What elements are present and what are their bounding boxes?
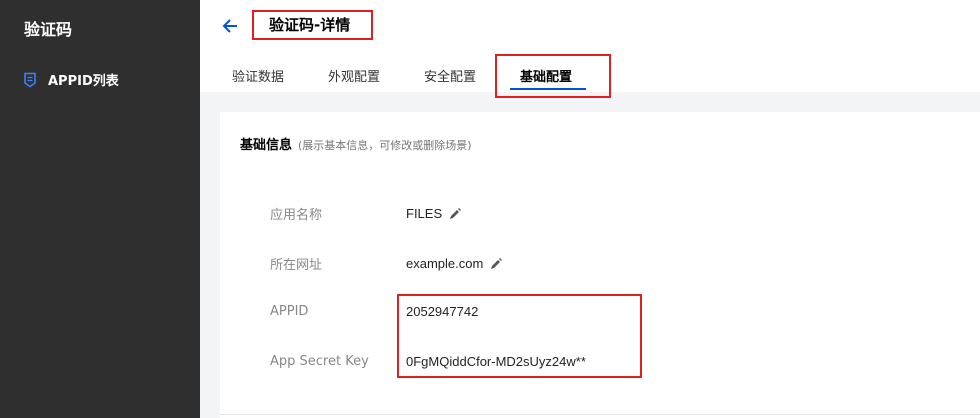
tab-security-config[interactable]: 安全配置 <box>424 66 476 85</box>
tab-bar: 验证数据 外观配置 安全配置 基础配置 <box>200 54 980 98</box>
card-divider <box>220 414 980 415</box>
shield-list-icon <box>22 72 38 88</box>
tab-highlight-box <box>495 54 611 98</box>
field-label: APPID <box>270 304 309 319</box>
field-row-site-url: 所在网址 example.com <box>270 254 503 273</box>
sidebar-title: 验证码 <box>24 20 73 39</box>
sidebar-item-label: APPID列表 <box>48 74 119 89</box>
card-title: 基础信息 <box>240 138 293 153</box>
field-label: 应用名称 <box>270 208 323 223</box>
field-row-app-name: 应用名称 FILES <box>270 204 462 223</box>
tab-verification-data[interactable]: 验证数据 <box>232 66 284 85</box>
sidebar: 验证码 APPID列表 <box>0 0 200 418</box>
tab-appearance-config[interactable]: 外观配置 <box>328 66 380 85</box>
card-header: 基础信息 (展示基本信息，可修改或删除场景) <box>240 134 472 153</box>
field-value: example.com <box>406 256 484 271</box>
credentials-highlight-box <box>397 294 642 378</box>
field-label: App Secret Key <box>270 354 369 369</box>
sidebar-item-appid-list[interactable]: APPID列表 <box>22 70 119 89</box>
edit-icon[interactable] <box>448 207 462 221</box>
basic-info-card: 基础信息 (展示基本信息，可修改或删除场景) 应用名称 FILES 所在网址 e… <box>220 112 980 418</box>
field-label: 所在网址 <box>270 258 323 273</box>
page-title: 验证码-详情 <box>252 10 373 40</box>
edit-icon[interactable] <box>489 257 503 271</box>
card-description: (展示基本信息，可修改或删除场景) <box>298 139 472 152</box>
field-value: FILES <box>406 206 443 221</box>
header: 验证码-详情 验证数据 外观配置 安全配置 基础配置 <box>200 0 980 98</box>
back-arrow-icon[interactable] <box>220 16 240 36</box>
